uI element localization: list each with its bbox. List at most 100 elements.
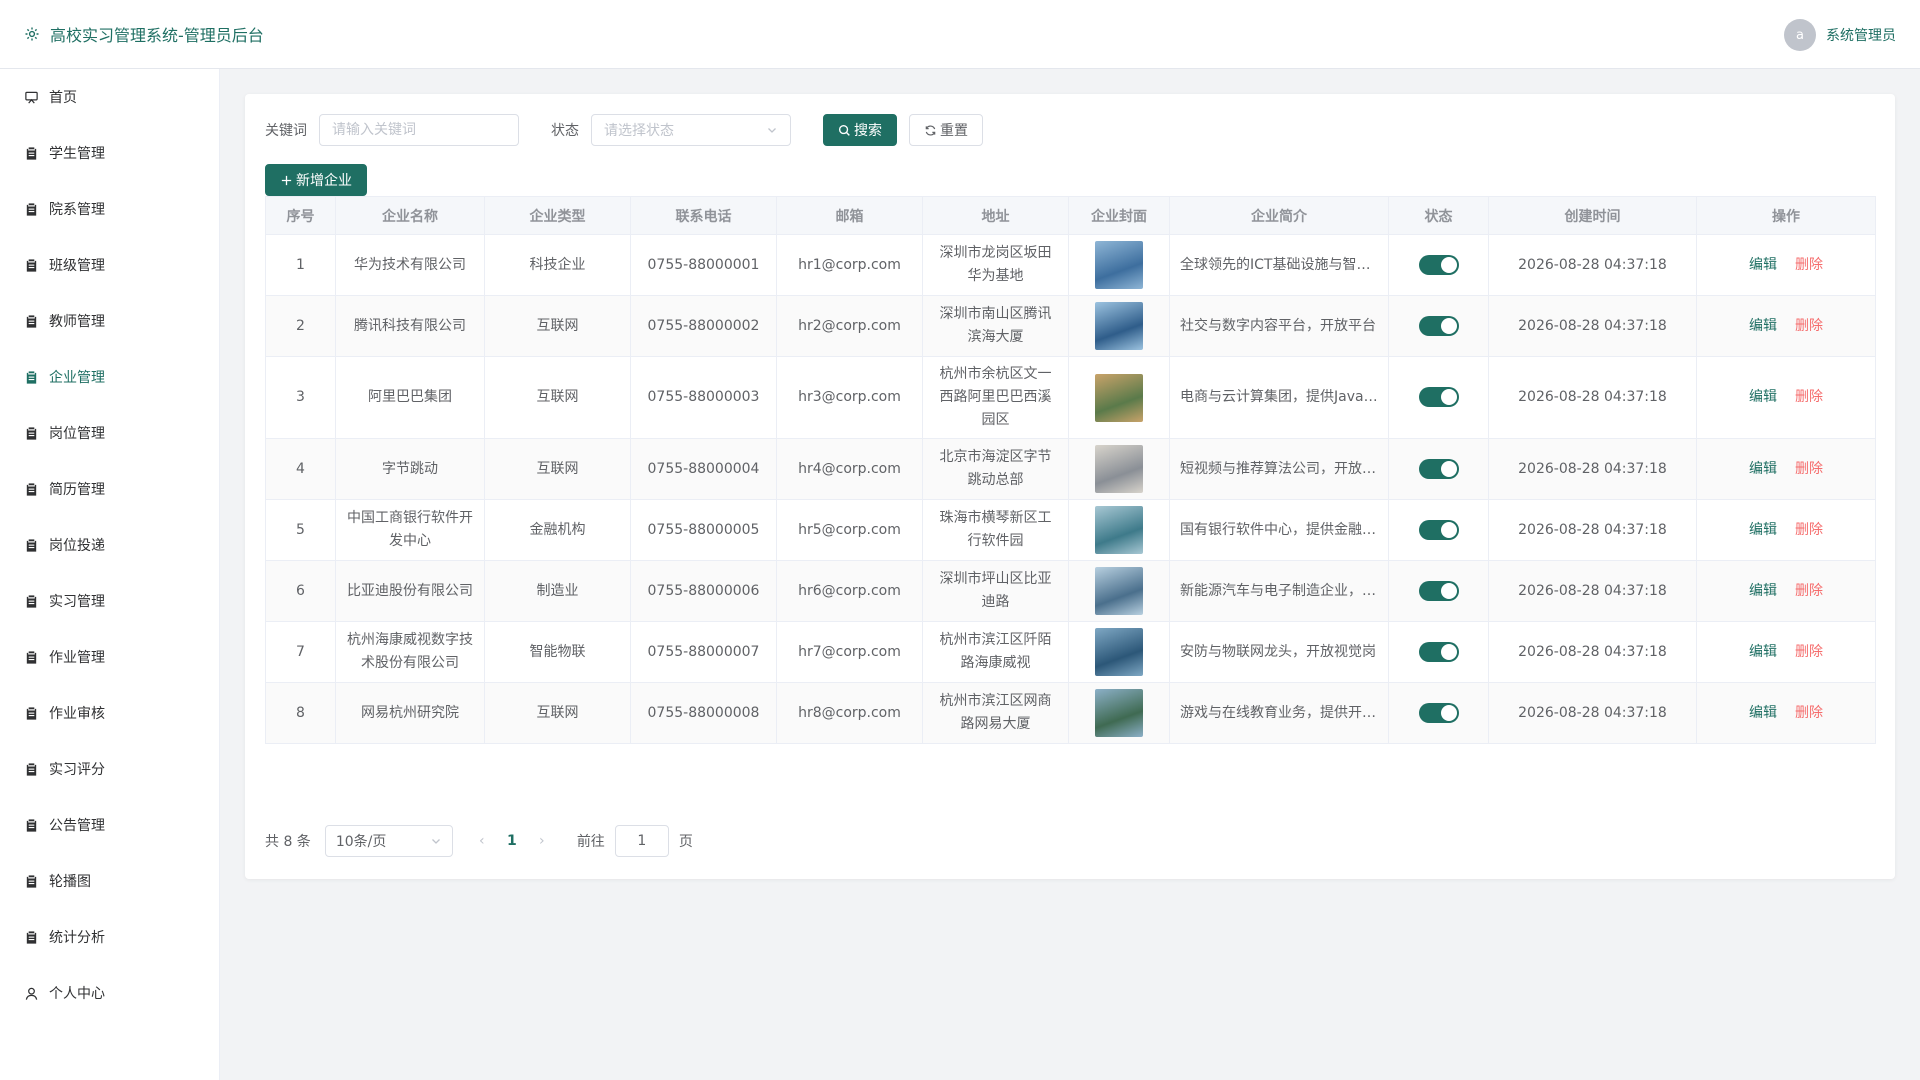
keyword-input[interactable] [319,114,519,146]
sidebar-item-label: 教师管理 [49,314,105,330]
company-cover-image[interactable] [1095,241,1143,289]
add-company-label: 新增企业 [296,173,352,189]
status-toggle[interactable] [1418,580,1459,601]
email: hr6@corp.com [776,560,923,622]
delete-button[interactable]: 删除 [1795,705,1823,721]
sidebar-item-label: 实习评分 [49,762,105,778]
main-content: 关键词 状态 请选择状态 搜索 重置 新增企业 [220,69,1920,1080]
sidebar-item-10[interactable]: 作业管理 [0,629,219,685]
status-toggle[interactable] [1418,458,1459,479]
sidebar-item-5[interactable]: 企业管理 [0,349,219,405]
status-toggle[interactable] [1418,519,1459,540]
goto-page-input[interactable] [614,825,669,857]
page-number-current[interactable]: 1 [497,833,527,849]
actions-cell: 编辑 删除 [1696,295,1876,357]
company-name: 华为技术有限公司 [335,234,485,296]
status-cell [1388,682,1489,744]
edit-button[interactable]: 编辑 [1749,318,1777,334]
status-toggle[interactable] [1418,702,1459,723]
sidebar-item-12[interactable]: 实习评分 [0,741,219,797]
delete-button[interactable]: 删除 [1795,644,1823,660]
status-toggle[interactable] [1418,315,1459,336]
delete-button[interactable]: 删除 [1795,257,1823,273]
row-index: 1 [265,234,336,296]
sidebar-item-11[interactable]: 作业审核 [0,685,219,741]
sidebar-item-4[interactable]: 教师管理 [0,293,219,349]
edit-button[interactable]: 编辑 [1749,583,1777,599]
company-type: 科技企业 [484,234,631,296]
edit-button[interactable]: 编辑 [1749,522,1777,538]
clipboard-icon [24,874,39,889]
edit-button[interactable]: 编辑 [1749,705,1777,721]
user-name[interactable]: 系统管理员 [1826,25,1896,45]
contact-phone: 0755-88000007 [630,621,777,683]
status-toggle[interactable] [1418,387,1459,407]
created-time: 2026-08-28 04:37:18 [1488,682,1697,744]
clipboard-icon [24,594,39,609]
row-index: 2 [265,295,336,357]
sidebar-item-8[interactable]: 岗位投递 [0,517,219,573]
status-toggle[interactable] [1418,254,1459,275]
company-intro: 安防与物联网龙头，开放视觉岗 [1169,621,1389,683]
sidebar-item-label: 学生管理 [49,146,105,162]
gear-icon [24,26,40,42]
company-name: 中国工商银行软件开发中心 [335,499,485,561]
company-cover-image[interactable] [1095,302,1143,350]
company-cover-image[interactable] [1095,689,1143,737]
sidebar-item-0[interactable]: 首页 [0,69,219,125]
actions-cell: 编辑 删除 [1696,499,1876,561]
sidebar-item-13[interactable]: 公告管理 [0,797,219,853]
sidebar-item-7[interactable]: 简历管理 [0,461,219,517]
edit-button[interactable]: 编辑 [1749,389,1777,405]
company-type: 互联网 [484,438,631,500]
table-header: 序号 企业名称 企业类型 联系电话 邮箱 地址 企业封面 企业简介 状态 创建时间 操作 [265,196,1876,235]
company-name: 比亚迪股份有限公司 [335,560,485,622]
search-button[interactable]: 搜索 [823,114,897,146]
sidebar-item-label: 实习管理 [49,594,105,610]
edit-button[interactable]: 编辑 [1749,644,1777,660]
delete-button[interactable]: 删除 [1795,522,1823,538]
sidebar-item-15[interactable]: 统计分析 [0,909,219,965]
delete-button[interactable]: 删除 [1795,389,1823,405]
prev-page-icon[interactable]: ‹ [467,833,497,849]
add-company-button[interactable]: 新增企业 [265,164,367,196]
total-count: 共 8 条 [265,834,311,850]
sidebar-item-1[interactable]: 学生管理 [0,125,219,181]
sidebar-item-14[interactable]: 轮播图 [0,853,219,909]
status-toggle[interactable] [1418,641,1459,662]
sidebar-item-2[interactable]: 院系管理 [0,181,219,237]
user-icon [24,986,39,1001]
company-cover-image[interactable] [1095,506,1143,554]
edit-button[interactable]: 编辑 [1749,461,1777,477]
sidebar-item-9[interactable]: 实习管理 [0,573,219,629]
status-select[interactable]: 请选择状态 [591,114,791,146]
company-cover-image[interactable] [1095,373,1143,422]
user-menu[interactable]: a 系统管理员 [1784,19,1896,51]
company-name: 杭州海康威视数字技术股份有限公司 [335,621,485,683]
edit-button[interactable]: 编辑 [1749,257,1777,273]
address: 杭州市滨江区阡陌路海康威视 [922,621,1069,683]
next-page-icon[interactable]: › [527,833,557,849]
sidebar-item-3[interactable]: 班级管理 [0,237,219,293]
clipboard-icon [24,930,39,945]
company-intro: 社交与数字内容平台，开放平台 [1169,295,1389,357]
company-name: 腾讯科技有限公司 [335,295,485,357]
company-cover-image[interactable] [1095,628,1143,676]
avatar[interactable]: a [1784,19,1816,51]
column-header: 状态 [1388,196,1489,235]
delete-button[interactable]: 删除 [1795,461,1823,477]
row-index: 8 [265,682,336,744]
cover-cell [1068,499,1170,561]
company-cover-image[interactable] [1095,445,1143,493]
sidebar-item-6[interactable]: 岗位管理 [0,405,219,461]
reset-button-label: 重置 [940,123,968,139]
page-size-select[interactable]: 10条/页 [324,825,453,857]
company-intro: 短视频与推荐算法公司，开放算法岗 [1169,438,1389,500]
delete-button[interactable]: 删除 [1795,318,1823,334]
delete-button[interactable]: 删除 [1795,583,1823,599]
reset-button[interactable]: 重置 [909,114,983,146]
company-type: 制造业 [484,560,631,622]
company-cover-image[interactable] [1095,567,1143,615]
sidebar-item-16[interactable]: 个人中心 [0,965,219,1021]
column-header: 邮箱 [776,196,923,235]
